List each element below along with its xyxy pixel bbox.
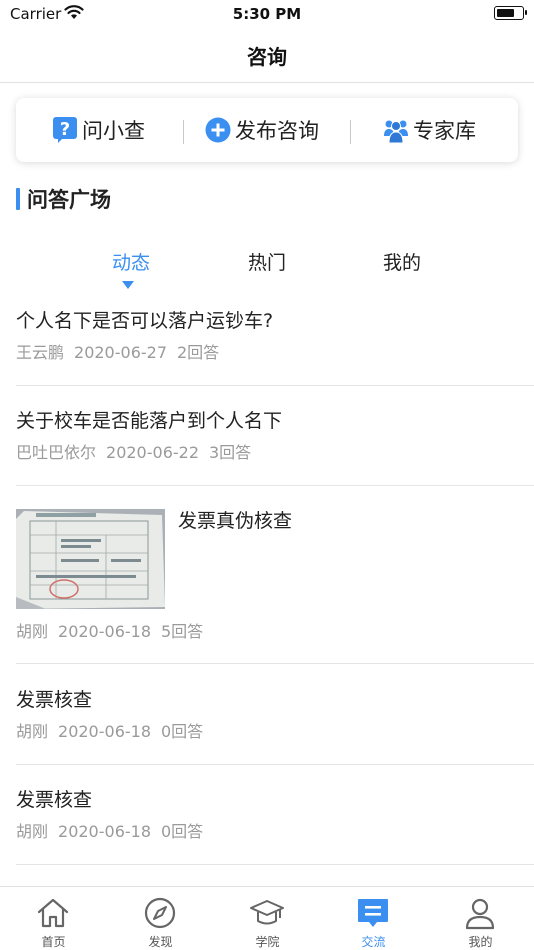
post-author: 巴吐巴依尔 bbox=[16, 443, 97, 462]
divider bbox=[16, 864, 534, 865]
expert-library-label: 专家库 bbox=[413, 119, 476, 143]
post-meta: 胡刚 2020-06-18 0回答 bbox=[16, 721, 534, 743]
tab-community-label: 交流 bbox=[361, 935, 386, 949]
list-item[interactable]: 发票核查 胡刚 2020-06-18 0回答 bbox=[16, 687, 534, 743]
post-date: 2020-06-18 bbox=[58, 822, 151, 841]
svg-text:?: ? bbox=[60, 119, 70, 140]
post-meta-row: 胡刚 2020-06-18 5回答 bbox=[16, 621, 534, 643]
bottom-tab-bar: 首页 发现 学院 交流 我的 bbox=[0, 886, 534, 950]
post-answers: 0回答 bbox=[161, 722, 204, 741]
post-answers: 2回答 bbox=[177, 343, 220, 362]
tab-academy[interactable]: 学院 bbox=[214, 887, 321, 950]
divider bbox=[16, 485, 534, 486]
post-date: 2020-06-18 bbox=[58, 722, 151, 741]
post-consultation-label: 发布咨询 bbox=[235, 119, 319, 143]
post-date: 2020-06-18 bbox=[58, 622, 151, 641]
battery-icon bbox=[494, 6, 527, 20]
tab-active-indicator bbox=[122, 281, 134, 289]
question-icon: ? bbox=[53, 117, 77, 143]
post-date: 2020-06-22 bbox=[106, 443, 199, 462]
divider bbox=[16, 764, 534, 765]
tab-community[interactable]: 交流 bbox=[320, 887, 427, 950]
tab-home[interactable]: 首页 bbox=[0, 887, 107, 950]
person-icon bbox=[465, 898, 495, 930]
tab-popular[interactable]: 热门 bbox=[227, 248, 307, 276]
expert-library-button[interactable]: 专家库 bbox=[383, 98, 476, 162]
post-author: 胡刚 bbox=[16, 822, 49, 841]
divider bbox=[350, 120, 351, 144]
action-card: ? 问小查 发布咨询 专家库 bbox=[16, 98, 518, 162]
tab-profile-label: 我的 bbox=[468, 935, 493, 949]
post-thumbnail[interactable] bbox=[16, 509, 165, 609]
ask-assistant-label: 问小查 bbox=[82, 119, 145, 143]
list-item[interactable]: 关于校车是否能落户到个人名下 巴吐巴依尔 2020-06-22 3回答 bbox=[16, 408, 534, 464]
clock: 5:30 PM bbox=[232, 5, 302, 23]
list-item[interactable]: 个人名下是否可以落户运钞车? 王云鹏 2020-06-27 2回答 bbox=[16, 308, 534, 364]
post-meta: 胡刚 2020-06-18 0回答 bbox=[16, 821, 534, 843]
divider bbox=[183, 120, 184, 144]
section-header: 问答广场 bbox=[16, 184, 111, 214]
post-meta: 胡刚 2020-06-18 5回答 bbox=[16, 621, 534, 643]
status-bar: Carrier 5:30 PM bbox=[0, 0, 534, 28]
list-item[interactable]: 发票核查 胡刚 2020-06-18 0回答 bbox=[16, 787, 534, 843]
ask-assistant-button[interactable]: ? 问小查 bbox=[52, 98, 145, 162]
tab-latest[interactable]: 动态 bbox=[91, 248, 171, 276]
compass-icon bbox=[144, 897, 176, 929]
section-accent-bar bbox=[16, 188, 20, 210]
navigation-bar: 咨询 bbox=[0, 28, 534, 83]
post-title: 个人名下是否可以落户运钞车? bbox=[16, 310, 274, 332]
tab-discover-label: 发现 bbox=[148, 935, 173, 949]
post-author: 胡刚 bbox=[16, 622, 49, 641]
post-answers: 5回答 bbox=[161, 622, 204, 641]
tab-academy-label: 学院 bbox=[255, 935, 280, 949]
post-title: 发票真伪核查 bbox=[178, 510, 293, 532]
plus-circle-icon bbox=[205, 117, 231, 143]
post-meta: 王云鹏 2020-06-27 2回答 bbox=[16, 342, 534, 364]
post-consultation-button[interactable]: 发布咨询 bbox=[205, 98, 319, 162]
page-title: 咨询 bbox=[247, 45, 287, 69]
graduation-cap-icon bbox=[250, 900, 284, 925]
divider bbox=[16, 663, 534, 664]
post-answers: 0回答 bbox=[161, 822, 204, 841]
chat-icon bbox=[358, 899, 388, 927]
home-icon bbox=[37, 898, 69, 928]
tab-discover[interactable]: 发现 bbox=[107, 887, 214, 950]
post-title: 发票核查 bbox=[16, 789, 93, 811]
post-title: 关于校车是否能落户到个人名下 bbox=[16, 410, 283, 432]
divider bbox=[16, 385, 534, 386]
post-title: 发票核查 bbox=[16, 689, 93, 711]
post-date: 2020-06-27 bbox=[74, 343, 167, 362]
post-author: 王云鹏 bbox=[16, 343, 65, 362]
list-item[interactable]: 发票真伪核查 bbox=[178, 508, 518, 534]
section-title: 问答广场 bbox=[27, 188, 111, 212]
invoice-photo bbox=[16, 509, 165, 609]
post-author: 胡刚 bbox=[16, 722, 49, 741]
post-answers: 3回答 bbox=[209, 443, 252, 462]
tab-profile[interactable]: 我的 bbox=[427, 887, 534, 950]
tab-mine[interactable]: 我的 bbox=[362, 248, 442, 276]
experts-icon bbox=[384, 120, 408, 144]
tab-home-label: 首页 bbox=[41, 935, 66, 949]
post-meta: 巴吐巴依尔 2020-06-22 3回答 bbox=[16, 442, 534, 464]
